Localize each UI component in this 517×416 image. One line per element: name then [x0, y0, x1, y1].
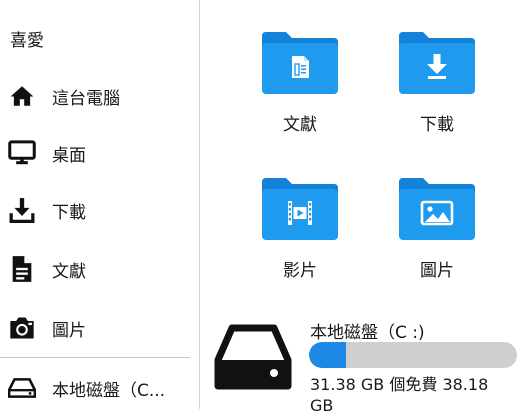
desktop-monitor-icon — [8, 139, 36, 167]
download-icon — [8, 196, 36, 224]
camera-icon — [8, 314, 36, 342]
folder-label: 文獻 — [283, 115, 317, 135]
sidebar-header: 喜愛 — [10, 31, 44, 51]
sidebar: 喜愛 這台電腦 桌面 下載 文獻 圖片 本地磁盤（C... — [0, 0, 200, 409]
drive-free-space: 31.38 GB 個免費 38.18 GB — [310, 375, 489, 415]
folder-image-icon — [399, 178, 475, 240]
hard-drive-icon — [214, 324, 292, 390]
sidebar-item-label: 下載 — [52, 202, 86, 223]
folder-label: 下載 — [420, 115, 454, 135]
folder-pictures[interactable]: 圖片 — [375, 176, 485, 291]
hard-drive-icon — [8, 374, 36, 402]
folder-videos[interactable]: 影片 — [238, 176, 348, 291]
drive-local-disk[interactable]: 本地磁盤（C :) 31.38 GB 個免費 38.18 GB — [210, 312, 517, 415]
folder-downloads[interactable]: 下載 — [375, 30, 485, 145]
sidebar-item-label: 桌面 — [52, 145, 86, 166]
document-icon — [8, 255, 36, 283]
sidebar-item-label: 文獻 — [52, 261, 86, 282]
sidebar-item-this-pc[interactable]: 這台電腦 — [0, 74, 199, 118]
sidebar-item-label: 這台電腦 — [52, 88, 120, 109]
folder-document-icon — [262, 32, 338, 94]
home-icon — [8, 82, 36, 110]
sidebar-item-label: 本地磁盤（C... — [52, 380, 166, 401]
drive-name: 本地磁盤（C :) — [310, 323, 425, 343]
sidebar-item-label: 圖片 — [52, 320, 86, 341]
sidebar-item-pictures[interactable]: 圖片 — [0, 306, 199, 350]
drive-usage-fill — [309, 342, 347, 368]
sidebar-item-downloads[interactable]: 下載 — [0, 188, 199, 232]
sidebar-item-local-disk[interactable]: 本地磁盤（C... — [0, 366, 199, 410]
folder-documents[interactable]: 文獻 — [238, 30, 348, 145]
folder-label: 圖片 — [420, 261, 454, 281]
sidebar-divider — [0, 357, 190, 358]
folder-label: 影片 — [283, 261, 317, 281]
folder-download-icon — [399, 32, 475, 94]
drive-usage-bar — [309, 342, 517, 368]
sidebar-item-documents[interactable]: 文獻 — [0, 247, 199, 291]
folder-video-icon — [262, 178, 338, 240]
sidebar-item-desktop[interactable]: 桌面 — [0, 131, 199, 175]
